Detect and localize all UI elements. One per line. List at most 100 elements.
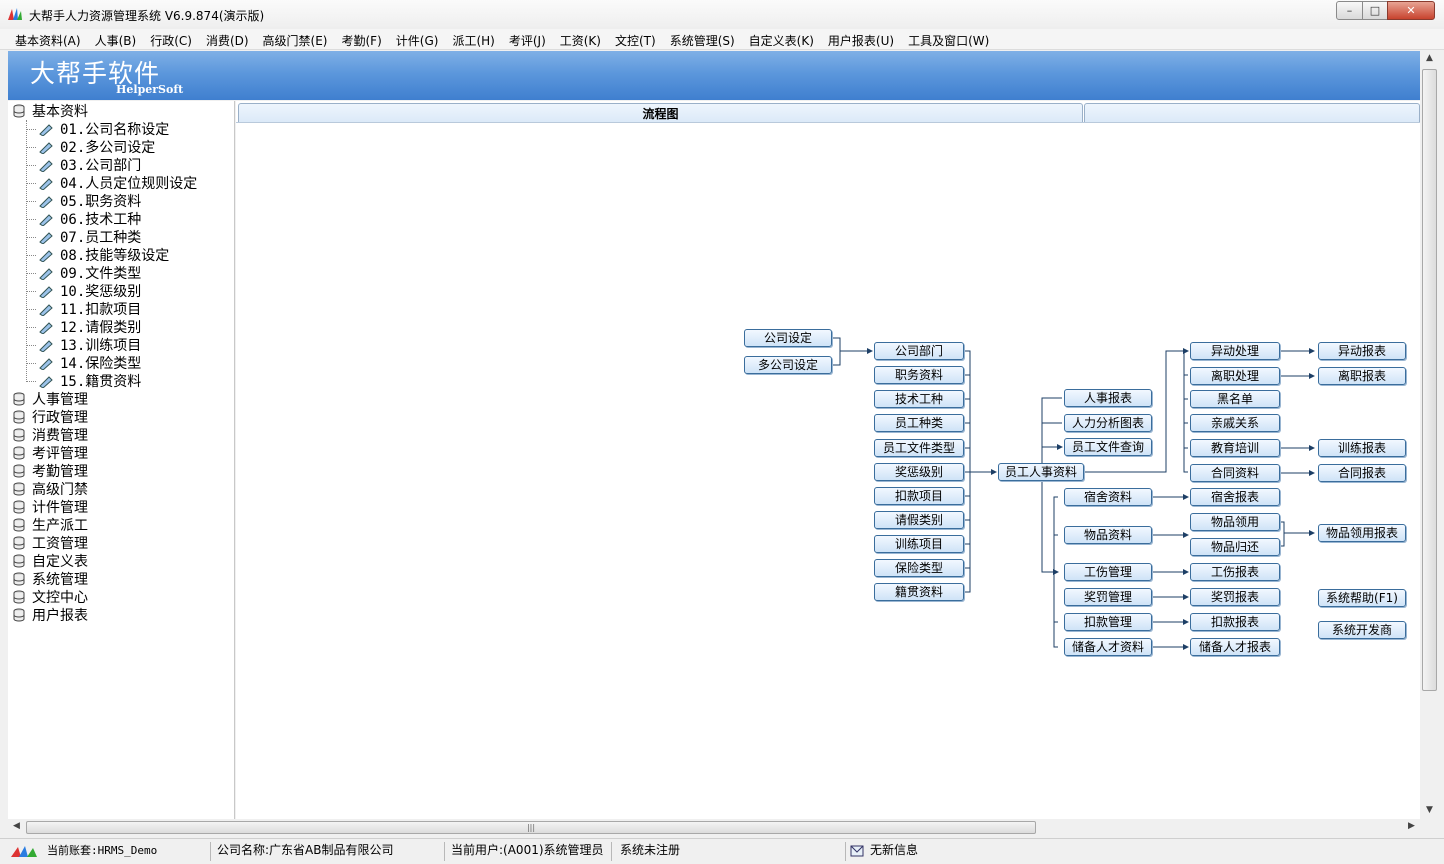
flow-node-job-titles[interactable]: 职务资料 — [874, 366, 964, 384]
tree-node-dispatch[interactable]: 生产派工 — [12, 517, 88, 535]
flow-node-relatives[interactable]: 亲戚关系 — [1190, 414, 1280, 432]
flow-node-help[interactable]: 系统帮助(F1) — [1318, 589, 1406, 607]
menu-system[interactable]: 系统管理(S) — [663, 29, 742, 49]
flow-node-deduction-mgmt[interactable]: 扣款管理 — [1064, 613, 1152, 631]
flow-node-trades[interactable]: 技术工种 — [874, 390, 964, 408]
tree-item-file-types[interactable]: 09.文件类型 — [26, 265, 141, 283]
menu-personnel[interactable]: 人事(B) — [88, 29, 144, 49]
scroll-right-icon[interactable]: ▶ — [1403, 821, 1420, 831]
tree-item-trades[interactable]: 06.技术工种 — [26, 211, 141, 229]
flow-node-resignation[interactable]: 离职处理 — [1190, 367, 1280, 385]
flow-node-talent-pool[interactable]: 储备人才资料 — [1064, 638, 1152, 656]
menu-attendance[interactable]: 考勤(F) — [335, 29, 389, 49]
flow-node-reward-levels[interactable]: 奖惩级别 — [874, 463, 964, 481]
scroll-up-icon[interactable]: ▲ — [1421, 53, 1438, 63]
menu-documents[interactable]: 文控(T) — [608, 29, 663, 49]
tree-node-piecework[interactable]: 计件管理 — [12, 499, 88, 517]
flow-node-transfers[interactable]: 异动处理 — [1190, 342, 1280, 360]
flow-node-file-query[interactable]: 员工文件查询 — [1064, 438, 1152, 456]
tree-item-positioning-rules[interactable]: 04.人员定位规则设定 — [26, 175, 197, 193]
close-button[interactable]: ✕ — [1387, 1, 1435, 20]
maximize-button[interactable]: □ — [1362, 1, 1388, 20]
minimize-button[interactable]: – — [1336, 1, 1363, 20]
flow-node-file-types[interactable]: 员工文件类型 — [874, 439, 964, 457]
flow-node-training-report[interactable]: 训练报表 — [1318, 439, 1406, 457]
tree-item-training[interactable]: 13.训练项目 — [26, 337, 141, 355]
menu-basic-data[interactable]: 基本资料(A) — [8, 29, 88, 49]
menu-user-reports[interactable]: 用户报表(U) — [821, 29, 901, 49]
flow-node-education[interactable]: 教育培训 — [1190, 439, 1280, 457]
tree-item-native-place[interactable]: 15.籍贯资料 — [26, 373, 141, 391]
menu-tools-window[interactable]: 工具及窗口(W) — [901, 29, 996, 49]
tree-node-basic-data[interactable]: 基本资料 — [12, 103, 88, 121]
menu-evaluation[interactable]: 考评(J) — [502, 29, 553, 49]
flow-node-goods-return[interactable]: 物品归还 — [1190, 538, 1280, 556]
tree-item-leave-types[interactable]: 12.请假类别 — [26, 319, 141, 337]
flow-node-employee-records[interactable]: 员工人事资料 — [998, 463, 1084, 481]
tree-node-personnel[interactable]: 人事管理 — [12, 391, 88, 409]
flow-node-developer[interactable]: 系统开发商 — [1318, 621, 1406, 639]
flow-node-multi-company[interactable]: 多公司设定 — [744, 356, 832, 374]
flow-node-company[interactable]: 公司设定 — [744, 329, 832, 347]
flow-node-hr-analysis[interactable]: 人力分析图表 — [1064, 414, 1152, 432]
flow-node-leave-types[interactable]: 请假类别 — [874, 511, 964, 529]
flow-node-native-place[interactable]: 籍贯资料 — [874, 583, 964, 601]
flow-node-employee-types[interactable]: 员工种类 — [874, 414, 964, 432]
tree-node-user-reports[interactable]: 用户报表 — [12, 607, 88, 625]
menu-consumption[interactable]: 消费(D) — [199, 29, 256, 49]
tree-node-admin[interactable]: 行政管理 — [12, 409, 88, 427]
status-company: 公司名称:广东省AB制品有限公司 — [213, 842, 445, 861]
menu-piecework[interactable]: 计件(G) — [389, 29, 446, 49]
flow-node-goods-issue[interactable]: 物品领用 — [1190, 513, 1280, 531]
flow-node-injury[interactable]: 工伤管理 — [1064, 563, 1152, 581]
flow-node-resignation-report[interactable]: 离职报表 — [1318, 367, 1406, 385]
tree-node-evaluation[interactable]: 考评管理 — [12, 445, 88, 463]
flow-node-training[interactable]: 训练项目 — [874, 535, 964, 553]
flow-node-dormitory[interactable]: 宿舍资料 — [1064, 488, 1152, 506]
tree-node-attendance[interactable]: 考勤管理 — [12, 463, 88, 481]
tree-item-reward-levels[interactable]: 10.奖惩级别 — [26, 283, 141, 301]
flow-node-transfer-report[interactable]: 异动报表 — [1318, 342, 1406, 360]
tree-item-multi-company[interactable]: 02.多公司设定 — [26, 139, 155, 157]
tree-item-skill-levels[interactable]: 08.技能等级设定 — [26, 247, 169, 265]
horizontal-scrollbar[interactable]: ◀ ||| ▶ — [8, 819, 1420, 836]
flow-node-dormitory-report[interactable]: 宿舍报表 — [1190, 488, 1280, 506]
horizontal-scroll-thumb[interactable]: ||| — [26, 821, 1036, 834]
tree-item-insurance[interactable]: 14.保险类型 — [26, 355, 141, 373]
menu-admin[interactable]: 行政(C) — [143, 29, 199, 49]
tree-node-payroll[interactable]: 工资管理 — [12, 535, 88, 553]
flow-node-talent-report[interactable]: 储备人才报表 — [1190, 638, 1280, 656]
menu-payroll[interactable]: 工资(K) — [553, 29, 608, 49]
flow-node-reward-report[interactable]: 奖罚报表 — [1190, 588, 1280, 606]
flow-node-goods[interactable]: 物品资料 — [1064, 526, 1152, 544]
tree-item-job-titles[interactable]: 05.职务资料 — [26, 193, 141, 211]
scroll-left-icon[interactable]: ◀ — [8, 821, 25, 831]
title-bar[interactable]: 大帮手人力资源管理系统 V6.9.874(演示版) – □ ✕ — [0, 0, 1444, 29]
flow-node-hr-report[interactable]: 人事报表 — [1064, 389, 1152, 407]
flow-node-contract-report[interactable]: 合同报表 — [1318, 464, 1406, 482]
flow-node-blacklist[interactable]: 黑名单 — [1190, 390, 1280, 408]
tree-item-deductions[interactable]: 11.扣款项目 — [26, 301, 141, 319]
flow-node-deduction-report[interactable]: 扣款报表 — [1190, 613, 1280, 631]
tree-node-system[interactable]: 系统管理 — [12, 571, 88, 589]
menu-access-control[interactable]: 高级门禁(E) — [256, 29, 335, 49]
vertical-scroll-thumb[interactable] — [1422, 69, 1437, 691]
flow-node-deductions[interactable]: 扣款项目 — [874, 487, 964, 505]
flow-node-injury-report[interactable]: 工伤报表 — [1190, 563, 1280, 581]
flow-node-rewards[interactable]: 奖罚管理 — [1064, 588, 1152, 606]
flow-node-goods-report[interactable]: 物品领用报表 — [1318, 524, 1406, 542]
tree-item-company-name[interactable]: 01.公司名称设定 — [26, 121, 169, 139]
tree-node-access-control[interactable]: 高级门禁 — [12, 481, 88, 499]
menu-custom-tables[interactable]: 自定义表(K) — [742, 29, 821, 49]
tree-item-departments[interactable]: 03.公司部门 — [26, 157, 141, 175]
tree-node-consumption[interactable]: 消费管理 — [12, 427, 88, 445]
menu-dispatch[interactable]: 派工(H) — [445, 29, 501, 49]
vertical-scrollbar[interactable]: ▲ ▼ — [1421, 51, 1438, 819]
tree-item-employee-types[interactable]: 07.员工种类 — [26, 229, 141, 247]
tree-node-documents[interactable]: 文控中心 — [12, 589, 88, 607]
flow-node-contracts[interactable]: 合同资料 — [1190, 464, 1280, 482]
flow-node-departments[interactable]: 公司部门 — [874, 342, 964, 360]
tree-node-custom-tables[interactable]: 自定义表 — [12, 553, 88, 571]
flow-node-insurance[interactable]: 保险类型 — [874, 559, 964, 577]
scroll-down-icon[interactable]: ▼ — [1421, 805, 1438, 815]
